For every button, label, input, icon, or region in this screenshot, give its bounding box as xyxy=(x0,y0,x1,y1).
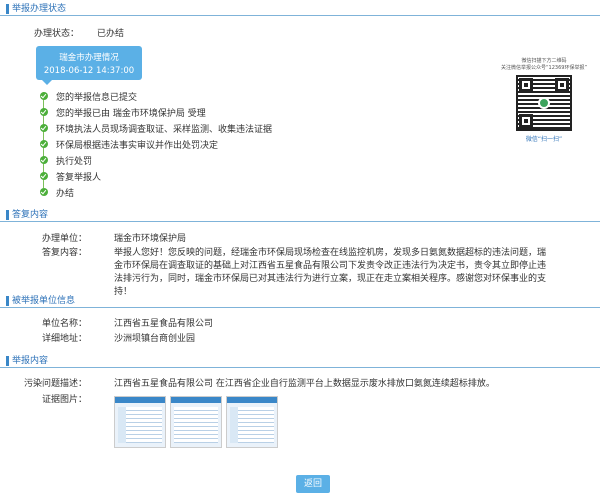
section-title: 举报内容 xyxy=(12,356,49,366)
check-circle-icon xyxy=(40,188,48,196)
field-label: 详细地址 xyxy=(41,334,78,344)
unit-address-value: 沙洲坝镇台商创业园 xyxy=(114,334,196,344)
check-circle-icon xyxy=(40,124,48,132)
evidence-images-row: 证据图片 ： xyxy=(0,394,600,408)
reply-unit-row: 办理单位 ： 瑞金市环境保护局 xyxy=(0,233,600,247)
timeline-item: 您的举报信息已提交 xyxy=(40,88,240,104)
field-label: 单位名称 xyxy=(41,319,78,329)
evidence-image-thumbnail[interactable] xyxy=(170,396,222,448)
field-label: 污染问题描述 xyxy=(23,379,78,389)
section-header-process: 举报办理状态 xyxy=(0,2,600,16)
status-line: 办理状态： 已办结 xyxy=(34,26,124,39)
handling-title: 瑞金市办理情况 xyxy=(59,53,119,63)
reply-content-row: 答复内容 ： 举报人您好！您反映的问题，经瑞金市环保局现场检查在线监控机房，发现… xyxy=(0,247,600,297)
status-value: 已办结 xyxy=(97,29,125,39)
check-circle-icon xyxy=(40,108,48,116)
status-label: 办理状态： xyxy=(34,29,80,39)
timeline-item: 环保局根据违法事实审议并作出处罚决定 xyxy=(40,136,240,152)
wechat-logo-icon xyxy=(538,97,550,109)
timeline-item: 办结 xyxy=(40,184,240,200)
back-button[interactable]: 返回 xyxy=(296,475,330,493)
progress-timeline: 您的举报信息已提交 您的举报已由 瑞金市环境保护局 受理 环境执法人员现场调查取… xyxy=(40,88,272,200)
qr-code-image xyxy=(516,75,572,131)
qr-caption: 微信扫描下方二维码 xyxy=(521,58,567,64)
evidence-image-thumbnail[interactable] xyxy=(114,396,166,448)
section-header-reported-unit: 被举报单位信息 xyxy=(0,294,600,308)
check-circle-icon xyxy=(40,156,48,164)
field-label: 办理单位 xyxy=(41,234,78,244)
section-header-report-content: 举报内容 xyxy=(0,354,600,368)
qr-scan-label: 微信“扫一扫” xyxy=(525,136,563,143)
handling-info-box: 瑞金市办理情况 2018-06-12 14:37:00 xyxy=(36,46,142,85)
check-circle-icon xyxy=(40,92,48,100)
reply-content-value: 举报人您好！您反映的问题，经瑞金市环保局现场检查在线监控机房，发现多日氨氮数据超… xyxy=(114,248,547,297)
handling-datetime: 2018-06-12 14:37:00 xyxy=(43,66,135,76)
section-title: 答复内容 xyxy=(12,210,49,220)
timeline-item: 执行处罚 xyxy=(40,152,240,168)
check-circle-icon xyxy=(40,140,48,148)
qr-code-panel: 微信扫描下方二维码 关注微信举报公众号“12369环保举报” 微信“扫一扫” xyxy=(498,58,590,143)
check-circle-icon xyxy=(40,172,48,180)
section-title: 被举报单位信息 xyxy=(12,296,76,306)
timeline-item: 答复举报人 xyxy=(40,168,240,184)
timeline-item: 您的举报已由 瑞金市环境保护局 受理 xyxy=(40,104,240,120)
pollution-desc-value: 江西省五星食品有限公司 在江西省企业自行监测平台上数据显示废水排放口氨氮连续超标… xyxy=(114,379,495,389)
evidence-image-list xyxy=(114,396,278,448)
reply-unit-value: 瑞金市环境保护局 xyxy=(114,234,187,244)
unit-address-row: 详细地址 ： 沙洲坝镇台商创业园 xyxy=(0,333,600,347)
unit-name-value: 江西省五星食品有限公司 xyxy=(114,319,214,329)
field-label: 证据图片 xyxy=(41,395,78,405)
evidence-image-thumbnail[interactable] xyxy=(226,396,278,448)
pollution-desc-row: 污染问题描述 ： 江西省五星食品有限公司 在江西省企业自行监测平台上数据显示废水… xyxy=(0,378,600,392)
section-title: 举报办理状态 xyxy=(12,4,67,14)
timeline-item: 环境执法人员现场调查取证、采样监测、收集违法证据 xyxy=(40,120,272,136)
unit-name-row: 单位名称 ： 江西省五星食品有限公司 xyxy=(0,318,600,332)
field-label: 答复内容 xyxy=(41,248,78,258)
section-header-reply: 答复内容 xyxy=(0,208,600,222)
qr-caption-account: 关注微信举报公众号“12369环保举报” xyxy=(500,65,588,71)
